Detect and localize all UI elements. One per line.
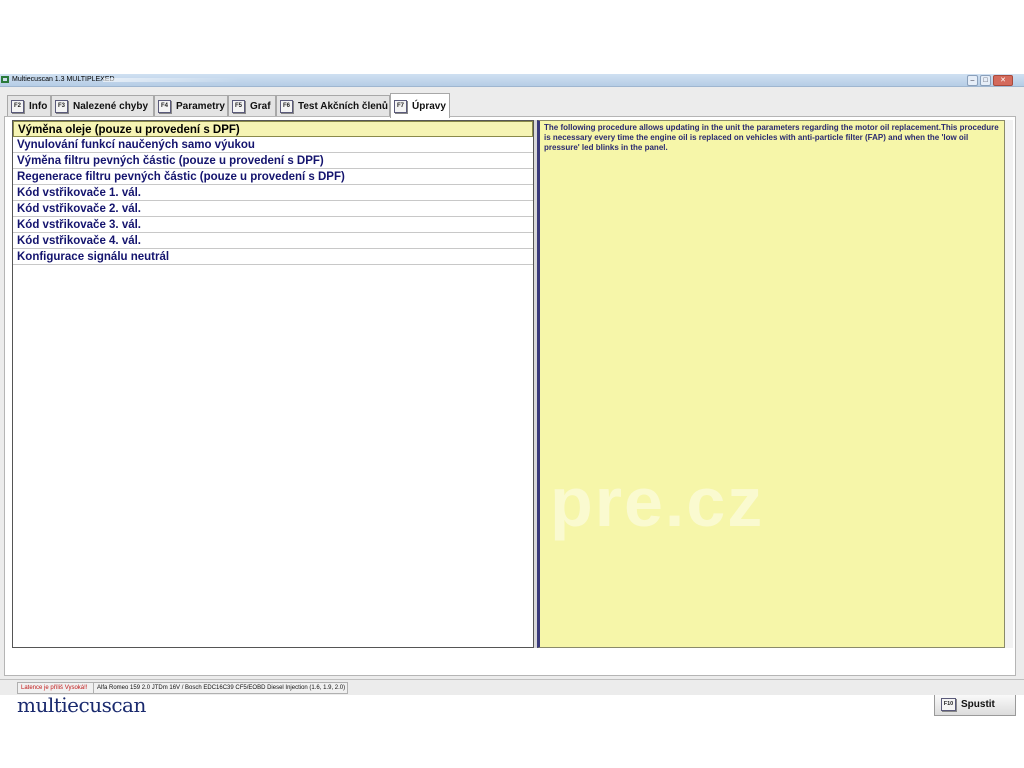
close-button[interactable]: ✕ [993, 75, 1013, 86]
tab-label: Parametry [176, 100, 225, 112]
status-bar: Latence je příliš Vysoká!! Alfa Romeo 15… [0, 679, 1024, 695]
tab-label: Test Akčních členů [298, 100, 389, 112]
tab-found-errors[interactable]: F3 Nalezené chyby [51, 95, 154, 116]
list-item[interactable]: Vynulování funkcí naučených samo výukou [13, 137, 533, 153]
list-item[interactable]: Kód vstřikovače 4. vál. [13, 233, 533, 249]
run-button-label: Spustit [961, 699, 995, 710]
tab-label: Graf [250, 100, 271, 112]
list-item[interactable]: Kód vstřikovače 1. vál. [13, 185, 533, 201]
f7-key-icon: F7 [394, 99, 407, 113]
description-panel: The following procedure allows updating … [537, 120, 1005, 648]
f4-key-icon: F4 [158, 99, 171, 113]
latency-warning: Latence je příliš Vysoká!! [17, 682, 94, 694]
list-item[interactable]: Regenerace filtru pevných částic (pouze … [13, 169, 533, 185]
tab-graph[interactable]: F5 Graf [228, 95, 276, 116]
adjustments-panel: Výměna oleje (pouze u provedení s DPF) V… [4, 116, 1016, 717]
tab-label: Info [29, 100, 48, 112]
f2-key-icon: F2 [11, 99, 24, 113]
tab-label: Úpravy [412, 100, 446, 112]
vehicle-info: Alfa Romeo 159 2.0 JTDm 16V / Bosch EDC1… [93, 682, 348, 694]
f6-key-icon: F6 [280, 99, 293, 113]
title-bar: Multiecuscan 1.3 MULTIPLEXED – □ ✕ [0, 74, 1024, 87]
list-item[interactable]: Konfigurace signálu neutrál [13, 249, 533, 265]
app-logo: multiecuscan [17, 693, 146, 717]
f10-key-icon: F10 [941, 698, 956, 711]
app-window: Multiecuscan 1.3 MULTIPLEXED – □ ✕ F2 In… [0, 74, 1024, 717]
tab-actuator-test[interactable]: F6 Test Akčních členů [276, 95, 390, 116]
maximize-button[interactable]: □ [980, 75, 991, 86]
tab-adjustments[interactable]: F7 Úpravy [390, 93, 450, 118]
tab-parameters[interactable]: F4 Parametry [154, 95, 228, 116]
tab-label: Nalezené chyby [73, 100, 149, 112]
tab-info[interactable]: F2 Info [7, 95, 51, 116]
run-button[interactable]: F10 Spustit [934, 693, 1016, 716]
procedure-description: The following procedure allows updating … [544, 123, 999, 152]
minimize-button[interactable]: – [967, 75, 978, 86]
window-title: Multiecuscan 1.3 MULTIPLEXED [12, 76, 115, 83]
title-blur [103, 78, 243, 82]
f5-key-icon: F5 [232, 99, 245, 113]
list-item[interactable]: Výměna oleje (pouze u provedení s DPF) [13, 121, 533, 137]
procedure-list: Výměna oleje (pouze u provedení s DPF) V… [12, 120, 534, 648]
watermark: pre.cz [550, 463, 765, 541]
list-item[interactable]: Kód vstřikovače 2. vál. [13, 201, 533, 217]
list-item[interactable]: Výměna filtru pevných částic (pouze u pr… [13, 153, 533, 169]
description-scrollbar[interactable] [1005, 120, 1013, 648]
app-icon [1, 76, 9, 83]
list-item[interactable]: Kód vstřikovače 3. vál. [13, 217, 533, 233]
f3-key-icon: F3 [55, 99, 68, 113]
